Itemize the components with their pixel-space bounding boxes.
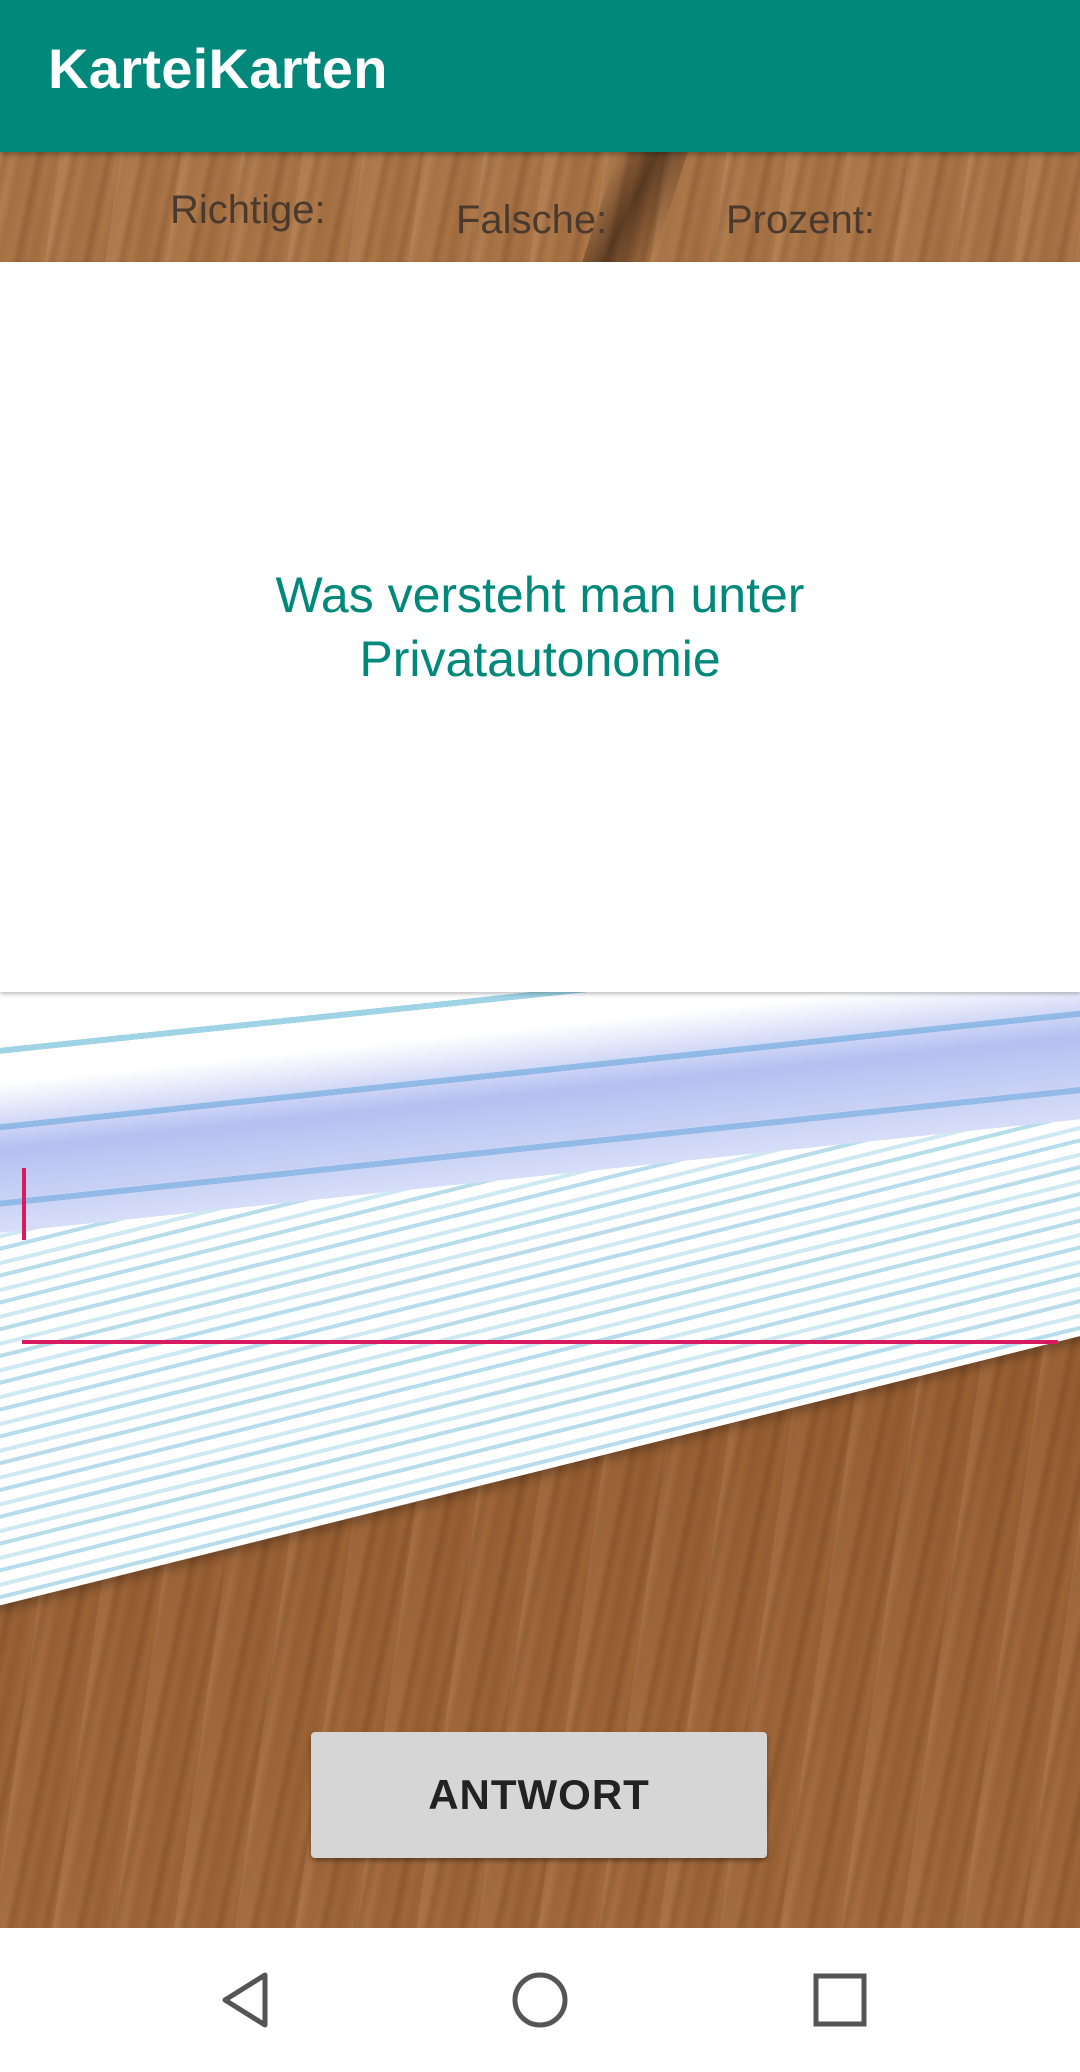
answer-button-label: ANTWORT [428,1771,650,1818]
back-button[interactable] [157,1928,337,2072]
text-cursor [22,1168,26,1240]
home-button[interactable] [450,1928,630,2072]
app-title: KarteiKarten [48,37,388,100]
app-bar: KarteiKarten [0,0,1080,152]
correct-count-label: Richtige: [170,188,326,232]
answer-input[interactable] [22,1160,1058,1344]
recents-square-icon [813,1973,867,2027]
system-nav-bar [0,1928,1080,2072]
stats-row: Richtige: Falsche: Prozent: [0,152,1080,262]
wrong-count-label: Falsche: [456,198,608,242]
answer-button[interactable]: ANTWORT [311,1732,767,1858]
recents-button[interactable] [750,1928,930,2072]
home-circle-icon [512,1972,568,2028]
back-triangle-icon [222,1972,268,2028]
question-text: Was versteht man unter Privatautonomie [275,567,805,687]
index-cards-illustration [0,992,1080,1792]
question-card: Was versteht man unter Privatautonomie [0,262,1080,992]
percent-label: Prozent: [726,198,875,242]
